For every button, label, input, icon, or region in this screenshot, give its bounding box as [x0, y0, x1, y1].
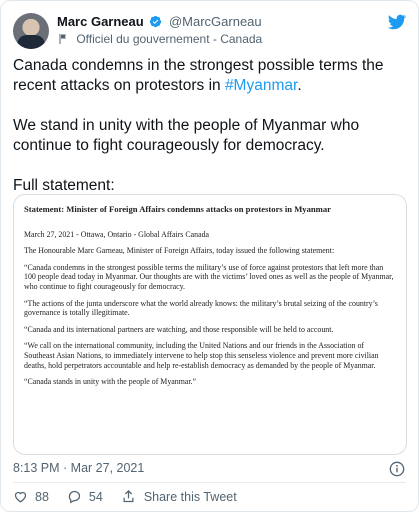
- reply-count: 54: [88, 489, 103, 504]
- tweet-card: Marc Garneau @MarcGarneau Officiel du go…: [0, 0, 419, 512]
- author-row: Marc Garneau @MarcGarneau: [57, 14, 262, 29]
- tweet-paragraph-2: We stand in unity with the people of Mya…: [13, 117, 360, 154]
- tweet-text: Canada condemns in the strongest possibl…: [13, 56, 405, 196]
- share-label: Share this Tweet: [143, 489, 237, 504]
- share-button[interactable]: Share this Tweet: [121, 489, 237, 504]
- share-icon: [123, 489, 134, 503]
- reply-icon: [68, 490, 81, 504]
- tweet-paragraph-1: Canada condemns in the strongest possibl…: [13, 57, 384, 94]
- statement-quote-2: “The actions of the junta underscore wha…: [24, 298, 378, 318]
- statement-quote-5: “Canada stands in unity with the people …: [24, 377, 197, 387]
- statement-quote-3: “Canada and its international partners a…: [24, 324, 334, 334]
- hashtag-myanmar[interactable]: #Myanmar: [225, 77, 297, 94]
- flag-icon: [59, 34, 66, 44]
- avatar[interactable]: [13, 13, 49, 49]
- author-handle[interactable]: @MarcGarneau: [169, 14, 262, 29]
- statement-quote-4: “We call on the international community,…: [24, 341, 379, 370]
- reply-button[interactable]: 54: [67, 489, 103, 504]
- statement-title: Statement: Minister of Foreign Affairs c…: [24, 204, 331, 214]
- divider: [13, 482, 406, 483]
- statement-dateline: March 27, 2021 - Ottawa, Ontario - Globa…: [24, 229, 210, 239]
- government-label: Officiel du gouvernement - Canada: [57, 32, 262, 46]
- statement-image[interactable]: Statement: Minister of Foreign Affairs c…: [13, 194, 407, 455]
- like-count: 88: [35, 489, 49, 504]
- tweet-paragraph-3: Full statement:: [13, 177, 115, 194]
- twitter-bird-icon[interactable]: [388, 14, 406, 30]
- info-icon[interactable]: [389, 461, 405, 477]
- statement-quote-1: “Canada condemns in the strongest possib…: [24, 262, 394, 291]
- author-name[interactable]: Marc Garneau: [57, 14, 144, 29]
- statement-intro: The Honourable Marc Garneau, Minister of…: [24, 246, 335, 256]
- like-button[interactable]: 88: [13, 489, 49, 504]
- action-bar: 88 54 Share this Tweet: [13, 489, 255, 504]
- verified-badge-icon: [150, 15, 162, 28]
- heart-icon: [14, 491, 27, 503]
- tweet-timestamp[interactable]: 8:13 PM · Mar 27, 2021: [13, 461, 144, 475]
- government-label-text: Officiel du gouvernement - Canada: [76, 32, 263, 46]
